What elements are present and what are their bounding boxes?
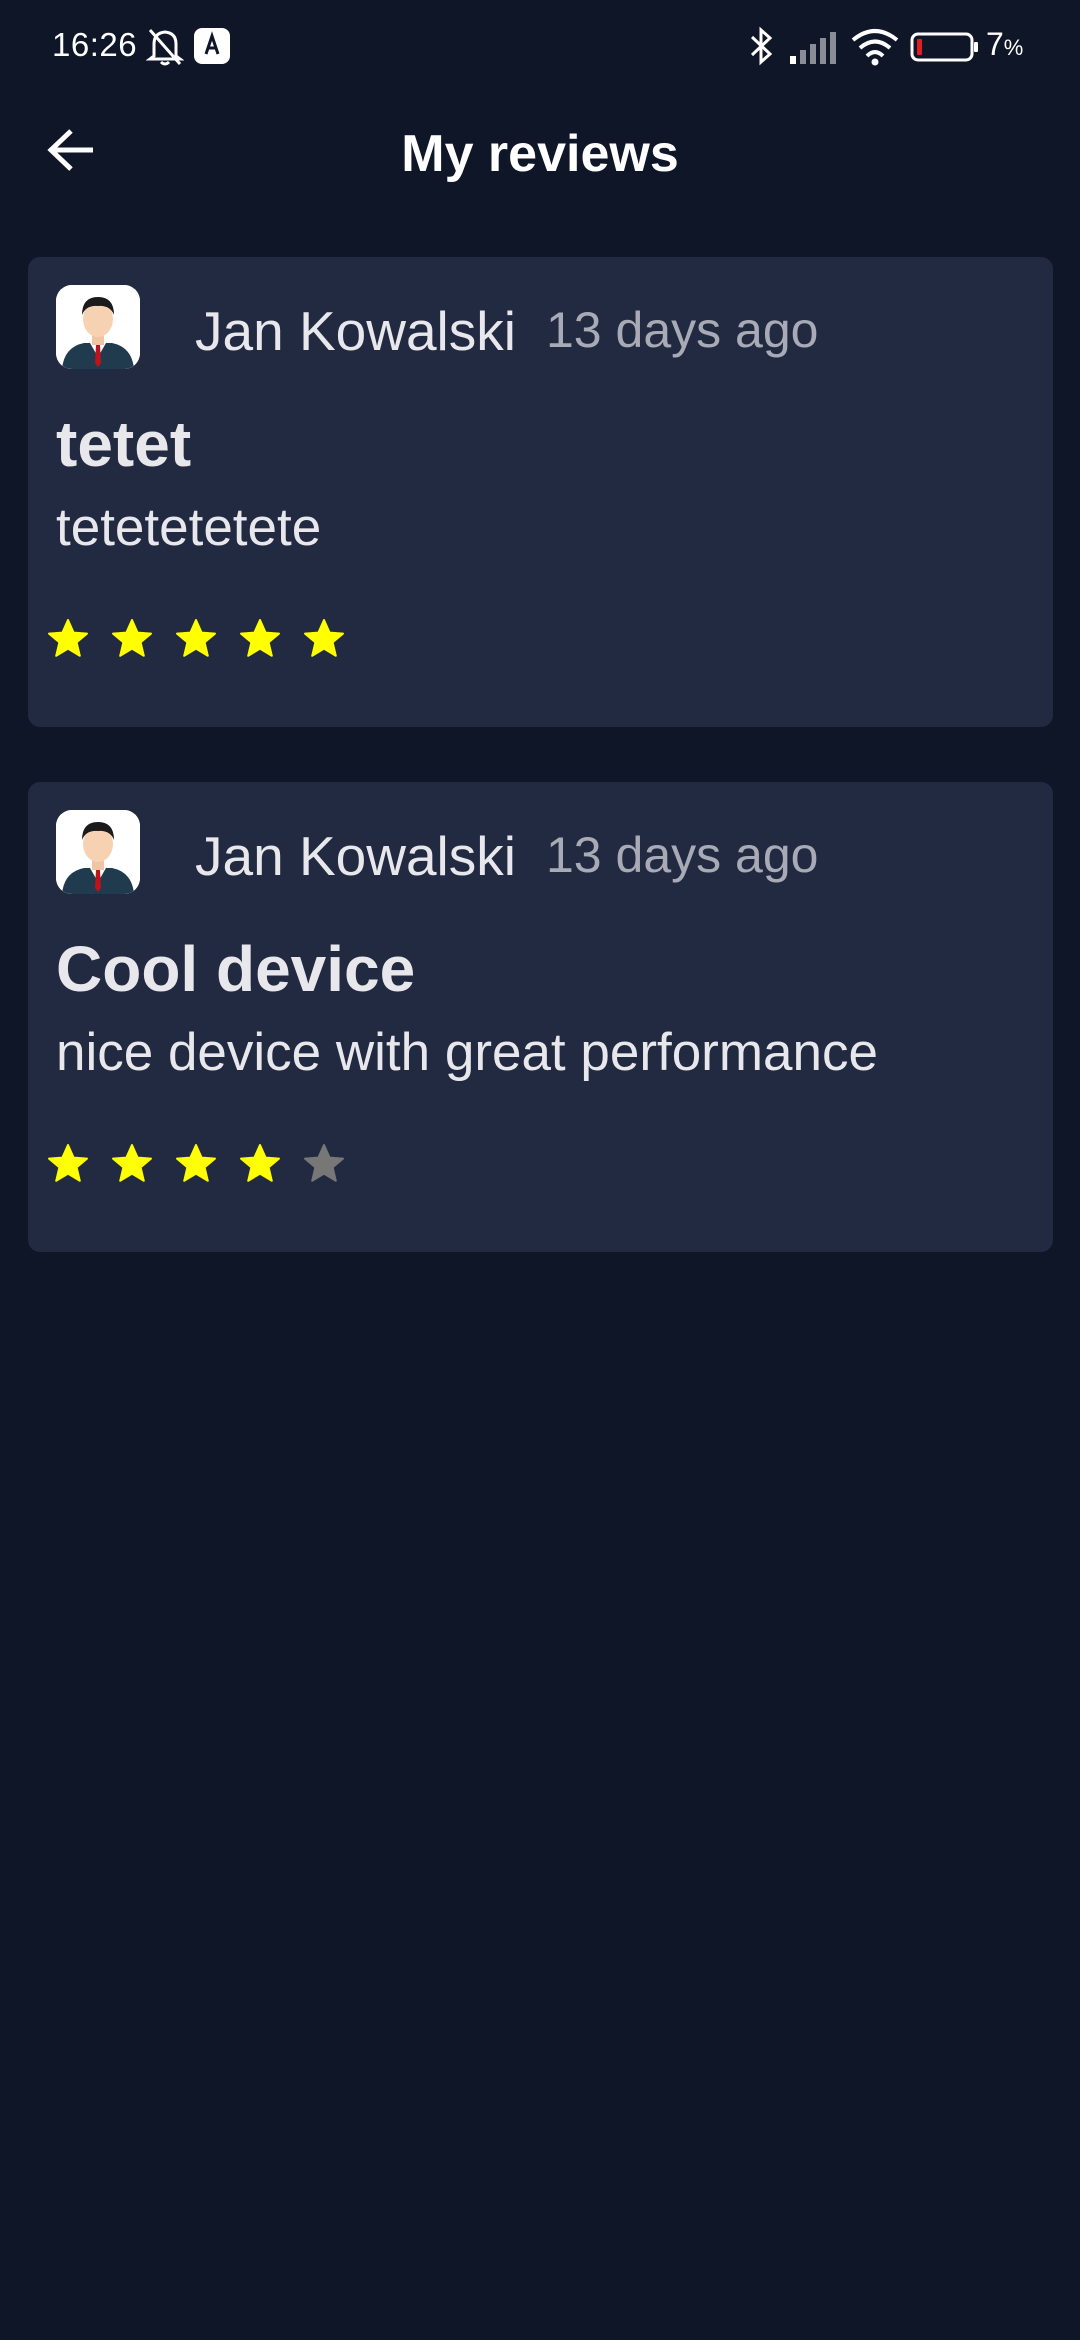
app-notification-icon — [194, 28, 230, 69]
review-author: Jan Kowalski — [195, 300, 516, 362]
review-date: 13 days ago — [546, 302, 819, 358]
star-filled-icon — [48, 619, 88, 657]
review-author: Jan Kowalski — [195, 825, 516, 887]
star-filled-icon — [48, 1144, 88, 1182]
status-time: 16:26 — [52, 26, 138, 63]
star-empty-icon — [304, 1144, 344, 1182]
avatar — [56, 285, 140, 369]
star-filled-icon — [240, 1144, 280, 1182]
signal-icon — [788, 30, 838, 69]
review-date: 13 days ago — [546, 827, 819, 883]
review-card[interactable]: Jan Kowalski 13 days ago Cool device nic… — [28, 782, 1053, 1252]
review-title: Cool device — [56, 933, 416, 1005]
star-filled-icon — [304, 619, 344, 657]
star-filled-icon — [112, 619, 152, 657]
wifi-icon — [850, 28, 900, 71]
bluetooth-icon — [748, 26, 776, 71]
star-rating — [48, 619, 368, 667]
review-card[interactable]: Jan Kowalski 13 days ago tetet tetetetet… — [28, 257, 1053, 727]
star-filled-icon — [176, 1144, 216, 1182]
battery-icon — [910, 32, 980, 67]
review-list: Jan Kowalski 13 days ago tetet tetetetet… — [28, 257, 1053, 1307]
status-bar: 16:26 7% — [0, 0, 1080, 96]
review-body: nice device with great performance — [56, 1023, 878, 1082]
battery-percent: 7% — [986, 26, 1024, 62]
star-filled-icon — [176, 619, 216, 657]
review-title: tetet — [56, 408, 192, 480]
star-filled-icon — [112, 1144, 152, 1182]
app-bar: My reviews — [0, 96, 1080, 216]
avatar-person-icon — [56, 810, 140, 894]
screen: 16:26 7% My reviews Jan Kowalski 13 days… — [0, 0, 1080, 2340]
star-filled-icon — [240, 619, 280, 657]
avatar-person-icon — [56, 285, 140, 369]
avatar — [56, 810, 140, 894]
page-title: My reviews — [401, 125, 679, 183]
review-body: tetetetetete — [56, 498, 322, 557]
star-rating — [48, 1144, 368, 1192]
bell-off-icon — [145, 26, 185, 71]
